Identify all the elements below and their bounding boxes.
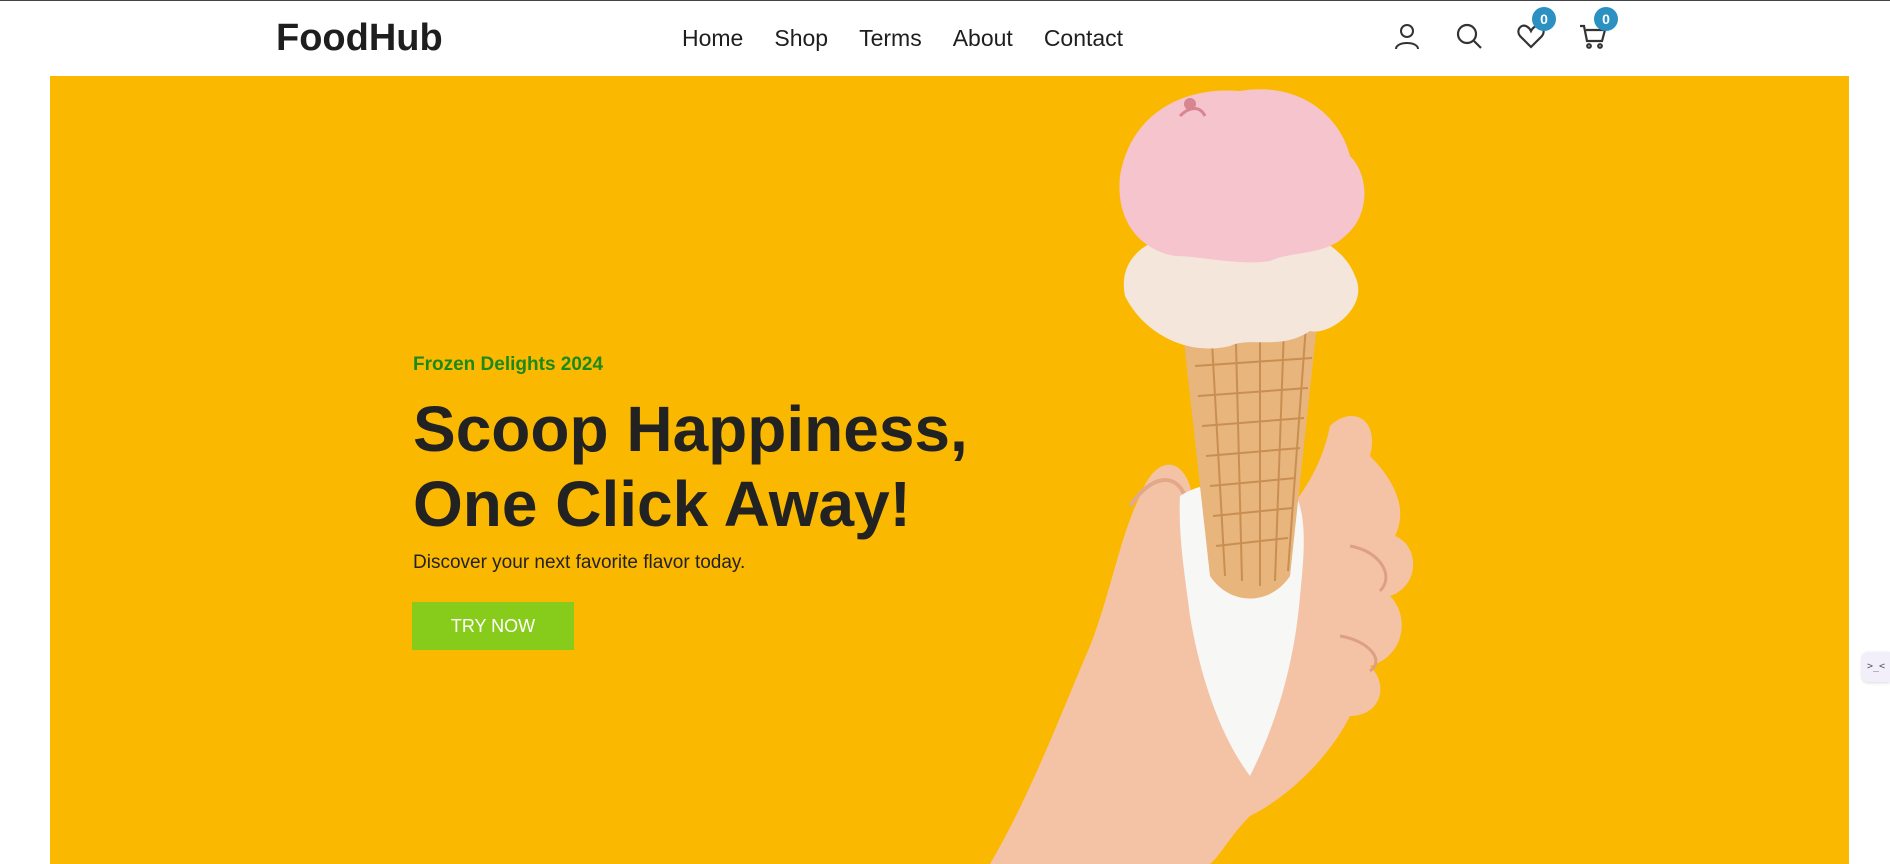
hero-banner: Frozen Delights 2024 Scoop Happiness, On… xyxy=(50,76,1849,864)
hero-subtext: Discover your next favorite flavor today… xyxy=(413,552,746,573)
hero-headline-line2: One Click Away! xyxy=(413,468,911,540)
hero-headline: Scoop Happiness, One Click Away! xyxy=(413,392,968,542)
main-nav: Home Shop Terms About Contact xyxy=(682,25,1123,52)
hero-eyebrow: Frozen Delights 2024 xyxy=(413,354,604,375)
wishlist-button[interactable]: 0 xyxy=(1516,7,1556,51)
nav-about[interactable]: About xyxy=(953,25,1013,52)
nav-contact[interactable]: Contact xyxy=(1044,25,1123,52)
cart-count-badge: 0 xyxy=(1594,7,1618,31)
try-now-button[interactable]: TRY NOW xyxy=(412,602,574,650)
nav-terms[interactable]: Terms xyxy=(859,25,922,52)
nav-home[interactable]: Home xyxy=(682,25,743,52)
search-icon[interactable] xyxy=(1454,21,1484,51)
brand-logo[interactable]: FoodHub xyxy=(276,17,443,60)
user-icon[interactable] xyxy=(1392,21,1422,51)
hero-headline-line1: Scoop Happiness, xyxy=(413,393,968,465)
ice-cream-image xyxy=(990,89,1414,864)
assistant-icon[interactable]: >_< xyxy=(1862,652,1890,682)
cart-button[interactable]: 0 xyxy=(1578,7,1618,51)
site-header: FoodHub Home Shop Terms About Contact 0 xyxy=(0,1,1890,75)
wishlist-count-badge: 0 xyxy=(1532,7,1556,31)
nav-shop[interactable]: Shop xyxy=(774,25,828,52)
header-icons: 0 0 xyxy=(1392,7,1618,51)
